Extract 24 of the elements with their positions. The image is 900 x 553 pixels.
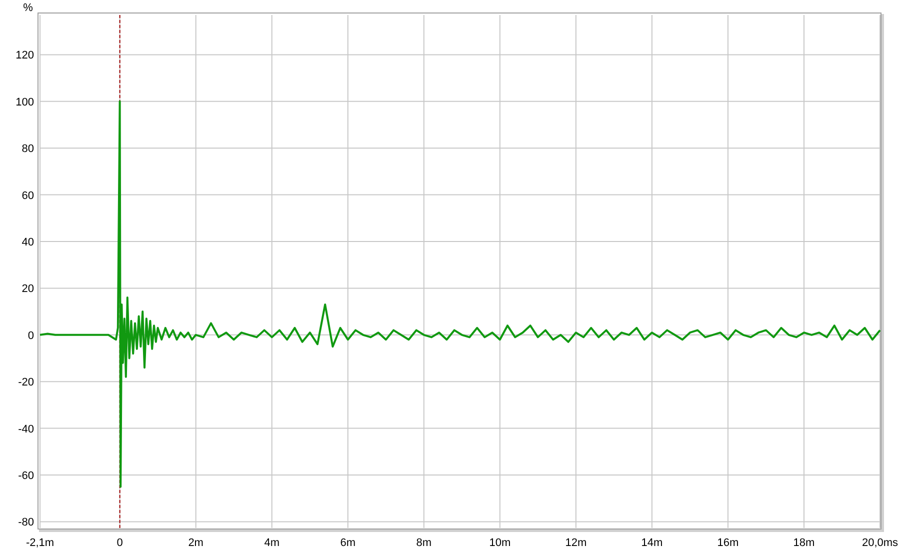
tick-label: -40 — [18, 423, 34, 436]
tick-label: 120 — [16, 50, 34, 62]
tick-label: 6m — [340, 537, 356, 549]
tick-label: -20 — [18, 376, 34, 389]
tick-label: -80 — [18, 516, 34, 529]
tick-label: 14m — [641, 537, 663, 549]
tick-label: -60 — [18, 470, 34, 482]
tick-label: 4m — [264, 537, 280, 549]
tick-label: 12m — [565, 537, 587, 549]
tick-label: 20,0ms — [862, 537, 898, 549]
axis-label: % — [23, 2, 33, 14]
tick-label: 16m — [717, 537, 739, 549]
tick-label: 8m — [416, 537, 432, 549]
tick-label: 10m — [489, 537, 511, 549]
tick-label: 100 — [16, 96, 34, 108]
tick-label: 60 — [22, 190, 34, 202]
tick-label: 20 — [22, 283, 34, 296]
tick-label: 0 — [116, 537, 123, 549]
tick-label: -2,1m — [26, 537, 54, 549]
tick-label: 0 — [28, 330, 34, 342]
tick-label: 2m — [188, 537, 204, 549]
tick-label: 80 — [22, 143, 34, 156]
tick-label: 40 — [22, 236, 34, 248]
tick-label: 18m — [793, 537, 815, 549]
